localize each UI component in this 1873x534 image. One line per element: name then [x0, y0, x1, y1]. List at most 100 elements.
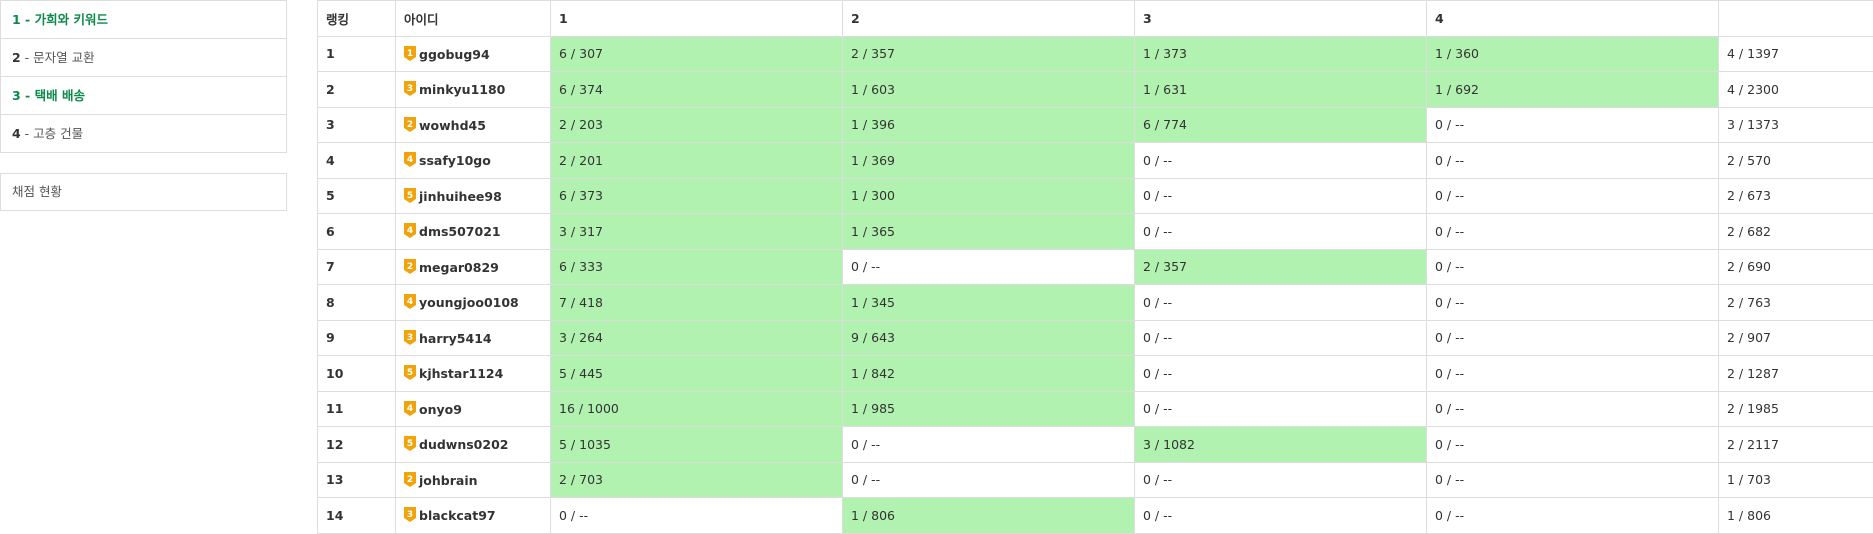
- user-id[interactable]: jinhuihee98: [419, 189, 502, 204]
- user-id[interactable]: ssafy10go: [419, 153, 491, 168]
- user-id[interactable]: dudwns0202: [419, 437, 508, 452]
- user-id[interactable]: onyo9: [419, 402, 462, 417]
- tier-badge-icon: 3: [404, 329, 416, 345]
- table-row: 11 4 onyo9 16 / 1000 1 / 985 0 / -- 0 / -- 2 / …: [317, 390, 1873, 427]
- problem-3-result-cell: 0 / --: [1134, 142, 1427, 179]
- table-row: 6 4 dms507021 3 / 317 1 / 365 0 / -- 0 / -- 2 /…: [317, 213, 1873, 250]
- total-cell: 2 / 763: [1718, 284, 1873, 321]
- user-id[interactable]: johbrain: [419, 473, 478, 488]
- problem-menu-item-1[interactable]: 1 - 가희와 키워드: [1, 1, 286, 39]
- tier-badge-icon: 3: [404, 81, 416, 97]
- problem-1-header: 1: [550, 0, 843, 37]
- user-cell[interactable]: 2 megar0829: [395, 248, 551, 285]
- table-header-row: 랭킹 아이디 1 2 3 4: [317, 0, 1873, 37]
- problem-4-result-cell: 1 / 692: [1426, 71, 1719, 108]
- user-cell[interactable]: 3 minkyu1180: [395, 71, 551, 108]
- tier-level: 4: [407, 155, 413, 165]
- user-id[interactable]: megar0829: [419, 260, 499, 275]
- tier-badge-icon: 2: [404, 258, 416, 274]
- user-id[interactable]: youngjoo0108: [419, 295, 519, 310]
- user-cell[interactable]: 4 dms507021: [395, 213, 551, 250]
- user-id[interactable]: kjhstar1124: [419, 366, 503, 381]
- tier-level: 4: [407, 226, 413, 236]
- tier-badge-icon: 2: [404, 471, 416, 487]
- rank-cell: 12: [317, 426, 396, 463]
- problem-3-result-cell: 2 / 357: [1134, 248, 1427, 285]
- user-id[interactable]: minkyu1180: [419, 82, 505, 97]
- problem-number: 2: [12, 50, 21, 65]
- problem-2-result-cell: 0 / --: [842, 461, 1135, 498]
- problem-4-result-cell: 0 / --: [1426, 355, 1719, 392]
- table-row: 10 5 kjhstar1124 5 / 445 1 / 842 0 / -- 0 / --…: [317, 355, 1873, 392]
- problem-2-result-cell: 0 / --: [842, 248, 1135, 285]
- problem-4-result-cell: 0 / --: [1426, 461, 1719, 498]
- user-cell[interactable]: 5 kjhstar1124: [395, 355, 551, 392]
- tier-level: 2: [407, 120, 413, 130]
- rank-cell: 7: [317, 248, 396, 285]
- user-cell[interactable]: 2 wowhd45: [395, 106, 551, 143]
- table-row: 8 4 youngjoo0108 7 / 418 1 / 345 0 / -- 0 / --…: [317, 284, 1873, 321]
- rank-cell: 8: [317, 284, 396, 321]
- tier-badge-icon: 3: [404, 507, 416, 523]
- user-cell[interactable]: 4 onyo9: [395, 390, 551, 427]
- user-cell[interactable]: 5 jinhuihee98: [395, 177, 551, 214]
- problem-menu-item-4[interactable]: 4 - 고층 건물: [1, 115, 286, 152]
- problem-3-result-cell: 1 / 631: [1134, 71, 1427, 108]
- user-id[interactable]: harry5414: [419, 331, 492, 346]
- user-cell[interactable]: 5 dudwns0202: [395, 426, 551, 463]
- problem-4-result-cell: 1 / 360: [1426, 35, 1719, 72]
- problem-1-result-cell: 3 / 317: [550, 213, 843, 250]
- total-cell: 2 / 682: [1718, 213, 1873, 250]
- user-cell[interactable]: 3 blackcat97: [395, 497, 551, 534]
- problem-2-result-cell: 1 / 396: [842, 106, 1135, 143]
- user-cell[interactable]: 3 harry5414: [395, 319, 551, 356]
- problem-2-header: 2: [842, 0, 1135, 37]
- total-cell: 1 / 806: [1718, 497, 1873, 534]
- table-row: 9 3 harry5414 3 / 264 9 / 643 0 / -- 0 / -- 2 /…: [317, 319, 1873, 356]
- problem-separator: -: [20, 88, 35, 103]
- user-id[interactable]: blackcat97: [419, 508, 496, 523]
- total-cell: 2 / 1287: [1718, 355, 1873, 392]
- problem-1-result-cell: 5 / 1035: [550, 426, 843, 463]
- problem-4-result-cell: 0 / --: [1426, 248, 1719, 285]
- problem-2-result-cell: 1 / 603: [842, 71, 1135, 108]
- tier-level: 3: [407, 84, 413, 94]
- problem-4-result-cell: 0 / --: [1426, 106, 1719, 143]
- total-cell: 2 / 1985: [1718, 390, 1873, 427]
- problem-menu-item-3[interactable]: 3 - 택배 배송: [1, 77, 286, 115]
- tier-level: 3: [407, 510, 413, 520]
- tier-badge-icon: 4: [404, 152, 416, 168]
- problem-2-result-cell: 1 / 806: [842, 497, 1135, 534]
- tier-level: 5: [407, 368, 413, 378]
- problem-2-result-cell: 0 / --: [842, 426, 1135, 463]
- problem-1-result-cell: 7 / 418: [550, 284, 843, 321]
- user-cell[interactable]: 1 ggobug94: [395, 35, 551, 72]
- user-id[interactable]: wowhd45: [419, 118, 486, 133]
- tier-level: 3: [407, 333, 413, 343]
- user-id[interactable]: dms507021: [419, 224, 501, 239]
- total-cell: 1 / 703: [1718, 461, 1873, 498]
- problem-3-result-cell: 0 / --: [1134, 177, 1427, 214]
- user-cell[interactable]: 2 johbrain: [395, 461, 551, 498]
- problem-3-result-cell: 0 / --: [1134, 497, 1427, 534]
- rank-cell: 1: [317, 35, 396, 72]
- problem-title: 가희와 키워드: [34, 12, 108, 27]
- problem-4-result-cell: 0 / --: [1426, 177, 1719, 214]
- problem-4-result-cell: 0 / --: [1426, 319, 1719, 356]
- user-id[interactable]: ggobug94: [419, 47, 490, 62]
- total-cell: 3 / 1373: [1718, 106, 1873, 143]
- problem-1-result-cell: 5 / 445: [550, 355, 843, 392]
- problem-3-header: 3: [1134, 0, 1427, 37]
- problem-1-result-cell: 2 / 203: [550, 106, 843, 143]
- problem-3-result-cell: 0 / --: [1134, 213, 1427, 250]
- grading-status-link[interactable]: 채점 현황: [0, 173, 287, 211]
- tier-badge-icon: 4: [404, 223, 416, 239]
- user-cell[interactable]: 4 youngjoo0108: [395, 284, 551, 321]
- problem-1-result-cell: 6 / 333: [550, 248, 843, 285]
- user-cell[interactable]: 4 ssafy10go: [395, 142, 551, 179]
- grading-status-label: 채점 현황: [12, 184, 62, 199]
- problem-3-result-cell: 1 / 373: [1134, 35, 1427, 72]
- problem-2-result-cell: 1 / 365: [842, 213, 1135, 250]
- problem-menu-item-2[interactable]: 2 - 문자열 교환: [1, 39, 286, 77]
- problem-3-result-cell: 0 / --: [1134, 355, 1427, 392]
